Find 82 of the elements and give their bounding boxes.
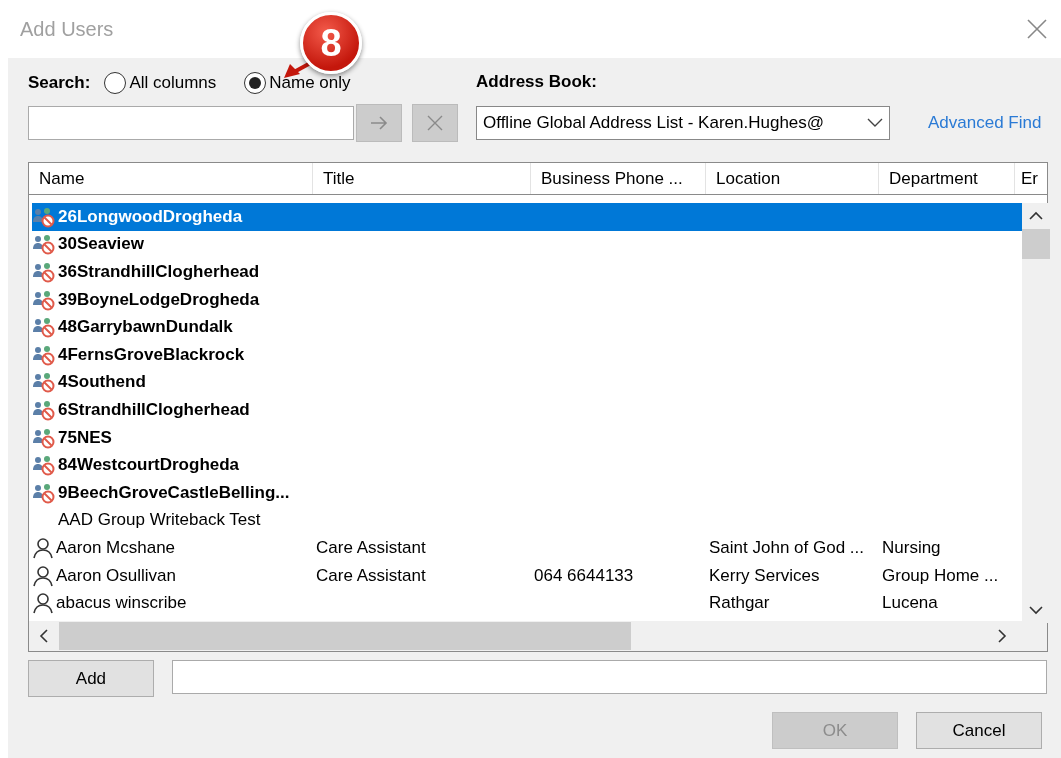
dropdown-value: Offline Global Address List - Karen.Hughes@: [483, 113, 825, 133]
list-row[interactable]: 30Seaview: [32, 230, 1022, 259]
list-row[interactable]: 9BeechGroveCastleBelling...: [32, 478, 1022, 507]
column-header[interactable]: Title: [313, 163, 531, 194]
group-blocked-icon: [32, 454, 56, 477]
department-cell: Lucena: [882, 593, 938, 613]
scrollbar-thumb[interactable]: [1022, 229, 1050, 259]
person-icon: [32, 592, 54, 615]
title-cell: Care Assistant: [316, 537, 426, 557]
group-blocked-icon: [32, 288, 56, 311]
column-header[interactable]: Name: [29, 163, 313, 194]
group-blocked-icon: [32, 233, 56, 256]
name-cell: 75NES: [58, 427, 112, 448]
scroll-right-icon[interactable]: [997, 629, 1007, 643]
name-cell: 48GarrybawnDundalk: [58, 317, 233, 338]
column-header[interactable]: Location: [706, 163, 879, 194]
list-row[interactable]: 4FernsGroveBlackrock: [32, 340, 1022, 369]
name-cell: abacus winscribe: [56, 593, 187, 614]
dialog-button[interactable]: Cancel: [916, 712, 1042, 749]
list-row[interactable]: 6StrandhillClogherhead: [32, 396, 1022, 424]
search-label: Search:: [28, 73, 91, 93]
list-row[interactable]: 36StrandhillClogherhead: [32, 258, 1022, 286]
title-cell: Care Assistant: [316, 565, 426, 585]
search-field[interactable]: [28, 106, 354, 140]
group-blocked-icon: [32, 261, 56, 283]
group-blocked-icon: [32, 398, 56, 421]
list-row[interactable]: 84WestcourtDrogheda: [32, 451, 1022, 479]
name-cell: 30Seaview: [58, 234, 144, 255]
phone-cell: 064 6644133: [534, 565, 634, 585]
address-book-label: Address Book:: [476, 72, 597, 92]
group-blocked-icon: [32, 343, 56, 366]
window-title: Add Users: [20, 17, 114, 41]
radio-option[interactable]: Name only: [244, 72, 351, 94]
advanced-find-link[interactable]: Advanced Find: [928, 113, 1042, 133]
location-cell: Kerry Services: [709, 565, 820, 585]
location-cell: Rathgar: [709, 593, 770, 613]
name-cell: 26LongwoodDrogheda: [58, 206, 243, 227]
name-cell: Aaron Mcshane: [56, 537, 176, 558]
group-blocked-icon: [32, 426, 56, 449]
list-row[interactable]: 4Southend: [32, 368, 1022, 397]
department-cell: Group Home ...: [882, 565, 999, 585]
clear-icon: [427, 115, 443, 131]
name-cell: 84WestcourtDrogheda: [58, 455, 240, 476]
person-icon: [32, 536, 54, 559]
name-cell: 4FernsGroveBlackrock: [58, 344, 245, 365]
name-cell: Aaron Osullivan: [56, 565, 176, 586]
list-row[interactable]: 75NES: [32, 423, 1022, 452]
department-cell: Nursing: [882, 537, 941, 557]
name-cell: 39BoyneLodgeDrogheda: [58, 289, 260, 310]
close-icon[interactable]: [1027, 19, 1047, 39]
list-row[interactable]: abacus winscribe Rathgar Lucena: [32, 589, 1022, 617]
list-row[interactable]: 26LongwoodDrogheda: [32, 203, 1022, 231]
list-row[interactable]: Aaron Mcshane Care Assistant Saint John of God ... Nursing: [32, 534, 1022, 562]
list-row[interactable]: Aaron Osullivan Care Assistant 064 6644133 Kerry Services Group Home ...: [32, 561, 1022, 590]
name-cell: 36StrandhillClogherhead: [58, 262, 260, 282]
scroll-left-icon[interactable]: [39, 629, 49, 643]
group-blocked-icon: [32, 205, 56, 228]
chevron-down-icon: [867, 118, 883, 128]
add-button[interactable]: Add: [28, 660, 154, 697]
radio-option[interactable]: All columns: [104, 72, 217, 94]
scrollbar-thumb[interactable]: [59, 622, 631, 650]
group-blocked-icon: [32, 316, 56, 339]
list-row[interactable]: 48GarrybawnDundalk: [32, 313, 1022, 341]
location-cell: Saint John of God ...: [709, 537, 864, 557]
group-blocked-icon: [32, 371, 56, 394]
scroll-down-icon[interactable]: [1029, 605, 1043, 615]
step-badge: 8: [300, 12, 362, 74]
add-field[interactable]: [171, 660, 1047, 694]
name-cell: 6StrandhillClogherhead: [58, 399, 250, 420]
column-header[interactable]: Er: [1015, 163, 1047, 194]
list-row[interactable]: AAD Group Writeback Test: [32, 506, 1022, 535]
person-icon: [32, 564, 54, 587]
address-book-dropdown[interactable]: Offline Global Address List - Karen.Hughes@: [476, 106, 890, 140]
name-cell: AAD Group Writeback Test: [58, 510, 261, 531]
name-cell: 4Southend: [58, 372, 146, 393]
column-header[interactable]: Business Phone ...: [531, 163, 706, 194]
arrow-right-icon: [370, 116, 388, 130]
column-header[interactable]: Department: [879, 163, 1015, 194]
list-row[interactable]: 39BoyneLodgeDrogheda: [32, 285, 1022, 314]
group-blocked-icon: [32, 481, 56, 504]
name-cell: 9BeechGroveCastleBelling...: [58, 482, 290, 503]
scroll-up-icon[interactable]: [1029, 211, 1043, 221]
